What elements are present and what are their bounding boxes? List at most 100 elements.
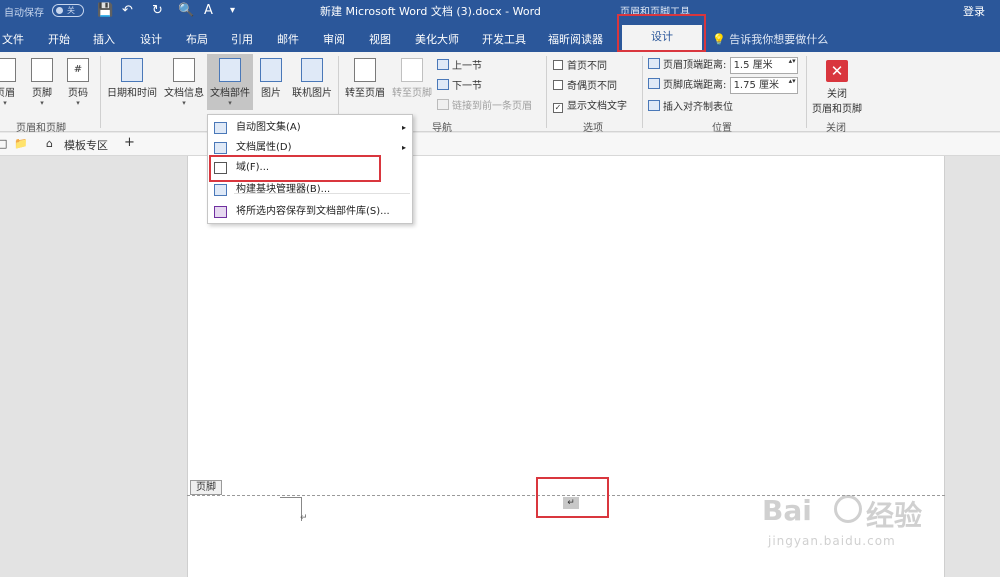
login-link[interactable]: 登录 [963,3,985,19]
tab-beautify[interactable]: 美化大师 [415,31,459,47]
document-title: 新建 Microsoft Word 文档 (3).docx - Word [320,5,541,18]
quick-parts-label: 文档部件 [210,88,250,99]
title-bar: 自动保存 关 💾 ↶ ↻ 🔍 A ▾ 新建 Microsoft Word 文档 … [0,0,1000,22]
header-button[interactable]: 页眉 ▾ [0,58,18,107]
building-blocks-icon [214,184,227,196]
group-separator [806,56,807,128]
watermark-url: jingyan.baidu.com [768,534,896,548]
submenu-arrow-icon: ▸ [401,143,406,152]
close-header-footer-button[interactable]: ✕ 关闭 页眉和页脚 [808,60,866,115]
tab-mailings[interactable]: 邮件 [277,31,299,47]
show-text-checkbox[interactable]: ✓ [553,103,563,113]
add-tab-button[interactable]: + [124,135,135,150]
goto-footer-label: 转至页脚 [392,88,432,99]
insert-alignment-tab-button[interactable]: 插入对齐制表位 [648,98,733,113]
odd-even-different-option[interactable]: 奇偶页不同 [553,77,617,92]
group-label-options: 选项 [583,123,603,134]
group-label-header-footer: 页眉和页脚 [16,123,66,134]
margin-corner-mark [280,497,302,521]
docinfo-button[interactable]: 文档信息 ▾ [162,58,206,107]
show-document-text-option[interactable]: ✓ 显示文档文字 [553,97,627,113]
header-top-spinner[interactable]: 1.5 厘米 [729,56,798,74]
odd-even-label: 奇偶页不同 [567,81,617,92]
autosave-toggle[interactable]: 关 [52,4,84,17]
show-text-label: 显示文档文字 [567,101,627,112]
header-icon [0,58,16,82]
previous-section-button[interactable]: 上一节 [437,57,482,72]
goto-header-label: 转至页眉 [345,88,385,99]
tab-insert[interactable]: 插入 [93,31,115,47]
home-icon: ⌂ [46,137,53,150]
tab-review[interactable]: 审阅 [323,31,345,47]
autotext-icon [214,122,227,134]
goto-footer-icon [401,58,423,82]
docinfo-label: 文档信息 [164,88,204,99]
picture-button[interactable]: 图片 [257,58,285,99]
previous-section-label: 上一节 [452,61,482,72]
goto-header-icon [354,58,376,82]
footer-label: 页脚 [32,88,52,99]
page-number-icon: # [67,58,89,82]
picture-icon [260,58,282,82]
previous-section-icon [437,59,449,70]
document-info-icon [173,58,195,82]
quick-parts-icon [219,58,241,82]
tab-developer[interactable]: 开发工具 [482,31,526,47]
autotext-label: 自动图文集(A) [236,122,301,133]
quick-parts-button[interactable]: 文档部件 ▾ [207,54,253,110]
folder-icon[interactable]: 📁 [14,137,28,150]
paragraph-mark: ↵ [300,513,308,523]
link-icon [437,99,449,110]
menu-item-building-blocks[interactable]: 构建基块管理器(B)... [208,180,412,200]
print-preview-icon[interactable]: 🔍 [178,3,194,18]
menu-item-autotext[interactable]: 自动图文集(A) ▸ [208,118,412,138]
save-selection-label: 将所选内容保存到文档部件库(S)... [236,206,390,217]
next-section-button[interactable]: 下一节 [437,77,482,92]
template-zone-tab[interactable]: 模板专区 [64,137,108,153]
font-icon[interactable]: A [204,3,213,18]
first-page-different-option[interactable]: 首页不同 [553,57,607,72]
watermark-brand: Bai [762,494,812,527]
calendar-icon [121,58,143,82]
tab-references[interactable]: 引用 [231,31,253,47]
submenu-arrow-icon: ▸ [401,123,406,132]
odd-even-checkbox[interactable] [553,80,563,90]
header-distance-icon [648,58,660,69]
document-property-icon [214,142,227,154]
field-highlight [536,477,609,518]
qat-more-icon[interactable]: ▾ [230,5,235,16]
design-tab-highlight [617,14,706,52]
online-picture-icon [301,58,323,82]
tab-design-doc[interactable]: 设计 [140,31,162,47]
save-selection-icon [214,206,227,218]
undo-icon[interactable]: ↶ [122,3,133,18]
goto-footer-button[interactable]: 转至页脚 [389,58,435,99]
close-icon: ✕ [826,60,848,82]
save-icon[interactable]: 💾 [97,3,113,18]
page-number-button[interactable]: # 页码 ▾ [64,58,92,107]
footer-bottom-label: 页脚底端距离: [663,80,727,91]
footer-bottom-spinner[interactable]: 1.75 厘米 [729,76,798,94]
footer-button[interactable]: 页脚 ▾ [28,58,56,107]
group-label-navigation: 导航 [432,123,452,134]
tab-file[interactable]: 文件 [2,31,24,47]
redo-icon[interactable]: ↻ [152,3,163,18]
tab-layout[interactable]: 布局 [186,31,208,47]
menu-item-save-selection[interactable]: 将所选内容保存到文档部件库(S)... [208,202,412,222]
tab-home[interactable]: 开始 [48,31,70,47]
datetime-button[interactable]: 日期和时间 [104,58,160,99]
close-label-line2: 页眉和页脚 [812,104,862,115]
tell-me-box[interactable]: 💡 告诉我你想要做什么 [712,31,828,47]
tab-view[interactable]: 视图 [369,31,391,47]
tab-foxit[interactable]: 福昕阅读器 [548,31,603,47]
first-page-checkbox[interactable] [553,60,563,70]
baidu-watermark: Bai 经验 jingyan.baidu.com [762,494,972,554]
link-previous-button[interactable]: 链接到前一条页眉 [437,97,532,112]
first-page-label: 首页不同 [567,61,607,72]
footer-icon [31,58,53,82]
goto-header-button[interactable]: 转至页眉 [342,58,388,99]
online-picture-button[interactable]: 联机图片 [289,58,335,99]
close-label-line1: 关闭 [827,89,847,100]
doc-icon[interactable]: □ [0,137,7,150]
header-top-distance: 页眉顶端距离: 1.5 厘米 [648,56,798,74]
